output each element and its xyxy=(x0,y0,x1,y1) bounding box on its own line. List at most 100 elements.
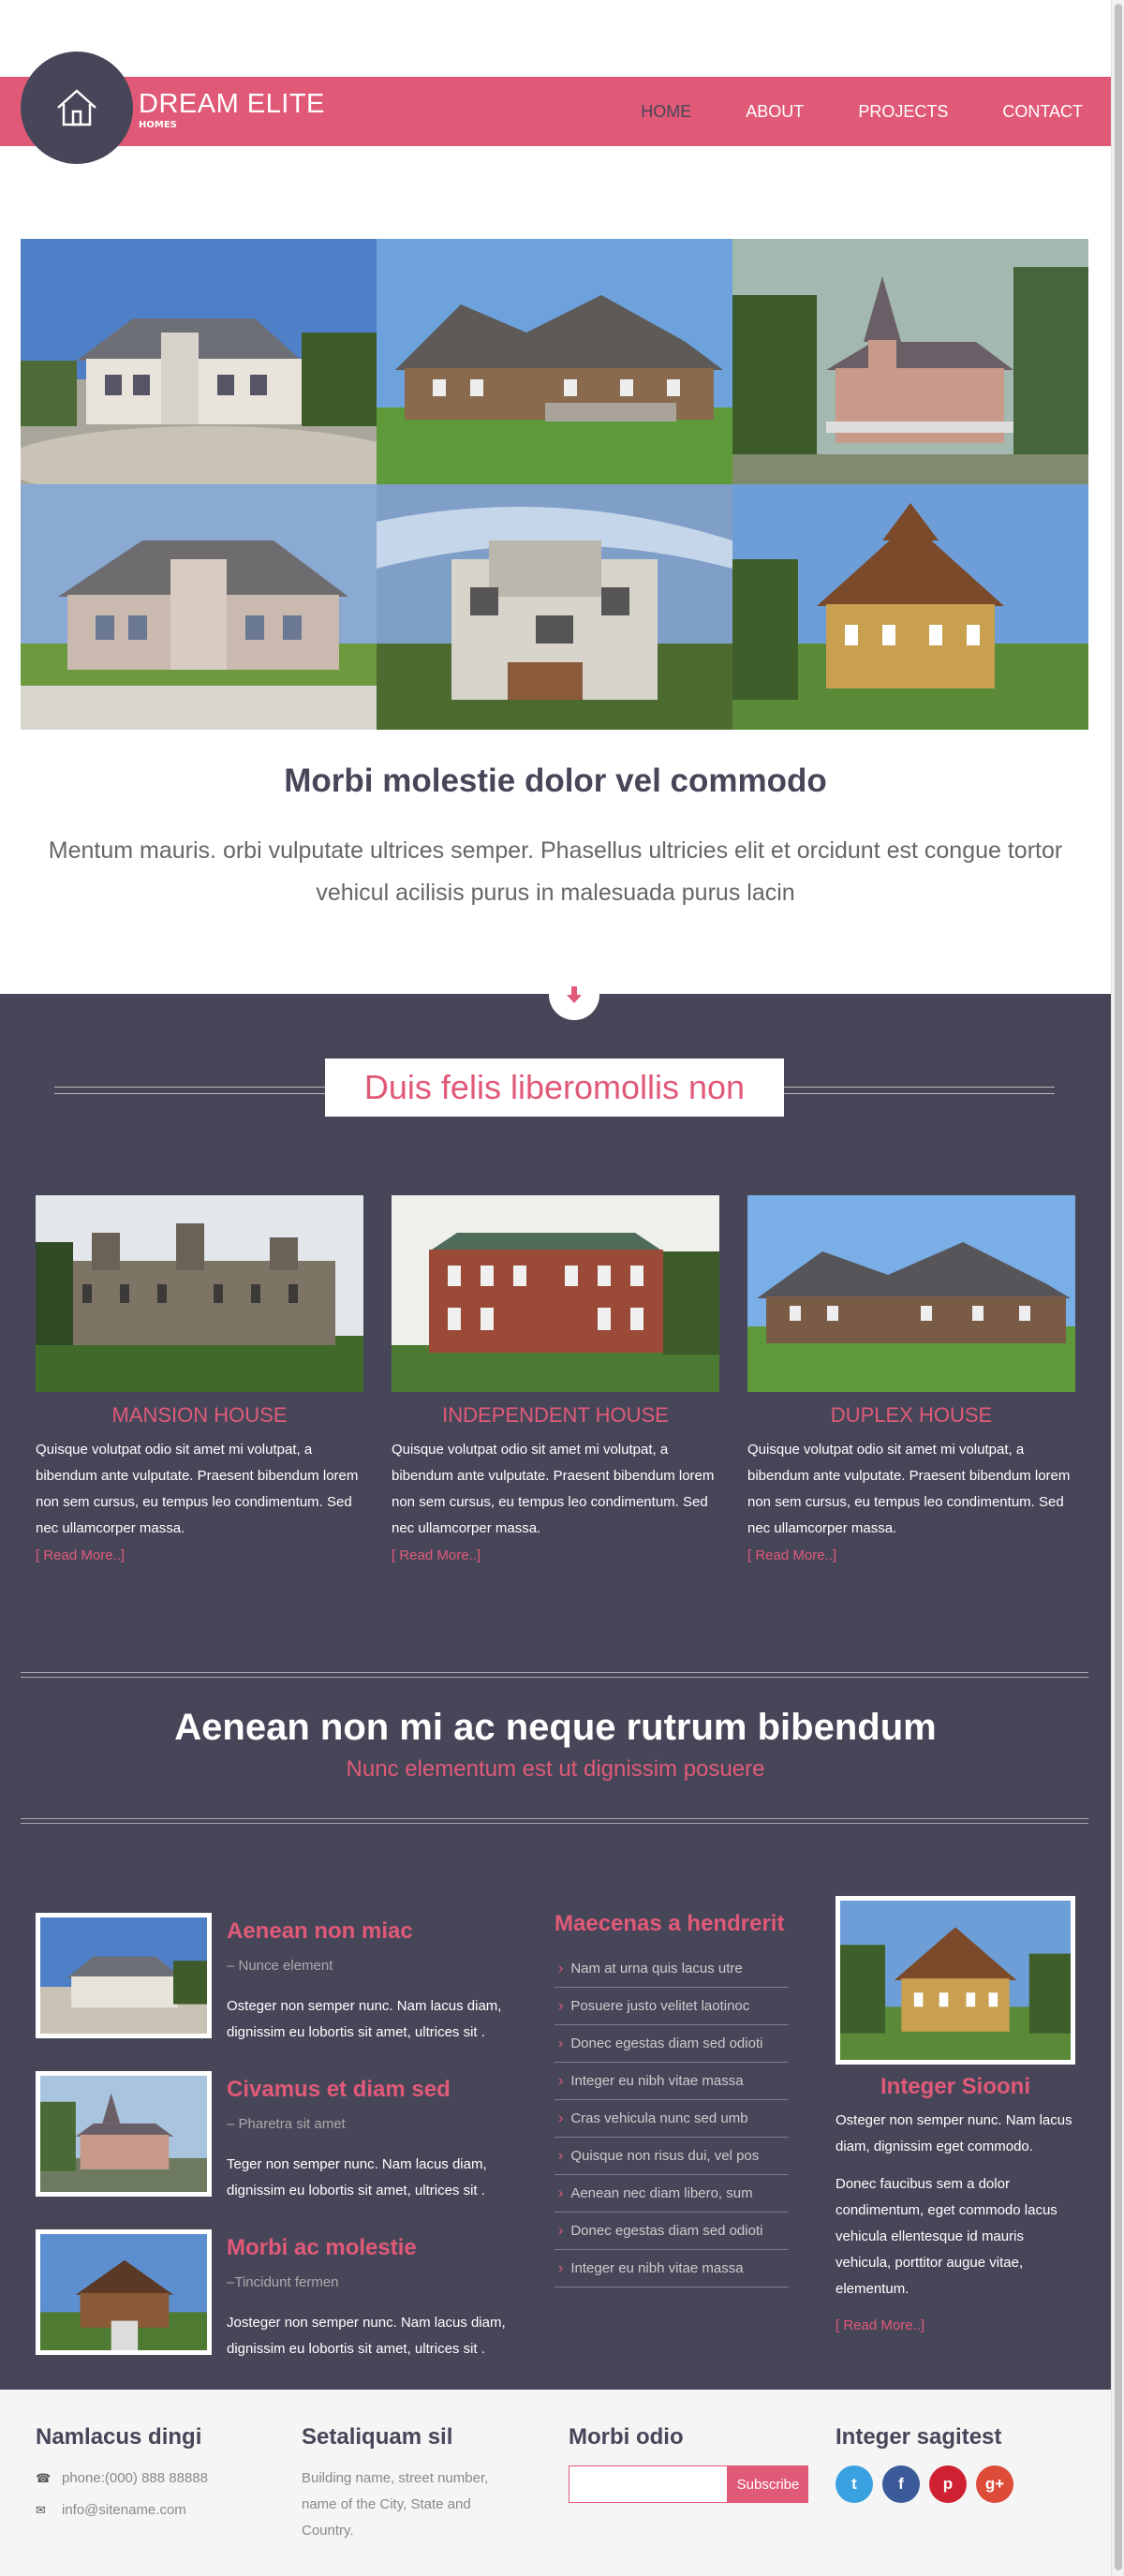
post-thumbnail[interactable] xyxy=(36,1913,212,2038)
facebook-icon[interactable]: f xyxy=(882,2465,920,2503)
card-image[interactable] xyxy=(36,1195,363,1392)
post-item: Aenean non miac – Nunce element Osteger … xyxy=(36,1913,541,2044)
nav-contact[interactable]: CONTACT xyxy=(1002,102,1083,122)
footer-heading: Morbi odio xyxy=(569,2424,684,2450)
page: DREAM ELITE HOMES HOME ABOUT PROJECTS CO… xyxy=(0,0,1111,2576)
card-title[interactable]: MANSION HOUSE xyxy=(36,1403,363,1428)
envelope-icon: ✉ xyxy=(36,2503,46,2517)
contact-email[interactable]: ✉ info@sitename.com xyxy=(36,2497,208,2524)
post-item: Morbi ac molestie –Tincidunt fermen Jost… xyxy=(36,2229,541,2361)
footer-contact: Namlacus dingi ☎ phone:(000) 888 88888 ✉ i… xyxy=(36,2424,208,2524)
nav-about[interactable]: ABOUT xyxy=(746,102,804,122)
list-item[interactable]: › Aenean nec diam libero, sum xyxy=(555,2175,789,2213)
chevron-right-icon: › xyxy=(558,2260,564,2276)
footer-heading: Namlacus dingi xyxy=(36,2424,202,2450)
footer-address: Setaliquam sil Building name, street num… xyxy=(302,2424,526,2544)
property-card: INDEPENDENT HOUSE Quisque volutpat odio … xyxy=(392,1195,719,1563)
email-field[interactable] xyxy=(569,2465,728,2503)
post-subtitle: – Nunce element xyxy=(227,1958,333,1974)
chevron-right-icon: › xyxy=(558,2110,564,2126)
address-text: Building name, street number, name of th… xyxy=(302,2470,489,2539)
list-item[interactable]: › Donec egestas diam sed odioti xyxy=(555,2025,789,2063)
link-list-title: Maecenas a hendrerit xyxy=(555,1911,785,1936)
arrow-down-icon xyxy=(567,986,582,1003)
scrollbar[interactable] xyxy=(1111,0,1124,2576)
post-title[interactable]: Morbi ac molestie xyxy=(227,2235,417,2261)
list-item[interactable]: › Integer eu nibh vitae massa xyxy=(555,2063,789,2100)
gallery-image[interactable] xyxy=(21,239,377,484)
feature-title[interactable]: Integer Siooni xyxy=(836,2074,1075,2100)
scrollbar-thumb[interactable] xyxy=(1115,4,1122,2570)
chevron-right-icon: › xyxy=(558,1961,564,1976)
list-item[interactable]: › Nam at urna quis lacus utre xyxy=(555,1950,789,1988)
read-more-link[interactable]: [ Read More..] xyxy=(747,1547,1075,1563)
card-title[interactable]: DUPLEX HOUSE xyxy=(747,1403,1075,1428)
footer-newsletter: Morbi odio Subscribe xyxy=(569,2424,808,2503)
read-more-link[interactable]: [ Read More..] xyxy=(36,1547,363,1563)
feature-image[interactable] xyxy=(836,1896,1075,2065)
list-item[interactable]: › Posuere justo velitet laotinoc xyxy=(555,1988,789,2025)
scroll-down-button[interactable] xyxy=(549,970,599,1020)
google-plus-icon[interactable]: g+ xyxy=(976,2465,1013,2503)
banner-title: Aenean non mi ac neque rutrum bibendum xyxy=(174,1707,937,1748)
banner-subtitle: Nunc elementum est ut dignissim posuere xyxy=(346,1756,765,1782)
chevron-right-icon: › xyxy=(558,2036,564,2051)
section-heading: Duis felis liberomollis non xyxy=(325,1059,784,1117)
logo[interactable] xyxy=(21,52,133,164)
post-title[interactable]: Aenean non miac xyxy=(227,1918,413,1945)
social-links: t f p g+ xyxy=(836,2465,1023,2503)
post-thumbnail[interactable] xyxy=(36,2229,212,2355)
main-nav: HOME ABOUT PROJECTS CONTACT xyxy=(586,77,1083,146)
phone-icon: ☎ xyxy=(36,2471,52,2485)
house-gallery xyxy=(21,239,1088,730)
subscribe-form: Subscribe xyxy=(569,2465,808,2503)
card-text: Quisque volutpat odio sit amet mi volutp… xyxy=(747,1442,1071,1536)
nav-home[interactable]: HOME xyxy=(641,102,691,122)
brand-title: DREAM ELITE xyxy=(139,89,325,119)
post-subtitle: – Pharetra sit amet xyxy=(227,2116,346,2132)
post-text: Josteger non semper nunc. Nam lacus diam… xyxy=(227,2315,506,2357)
list-item[interactable]: › Cras vehicula nunc sed umb xyxy=(555,2100,789,2138)
feature-box: Integer Siooni Osteger non semper nunc. … xyxy=(836,1896,1075,2333)
post-text: Osteger non semper nunc. Nam lacus diam,… xyxy=(227,1998,502,2040)
intro-text: Mentum mauris. orbi vulputate ultrices s… xyxy=(48,837,1063,906)
section-heading-text: Duis felis liberomollis non xyxy=(363,1068,746,1106)
list-item[interactable]: › Quisque non risus dui, vel pos xyxy=(555,2138,789,2175)
pinterest-icon[interactable]: p xyxy=(929,2465,967,2503)
gallery-image[interactable] xyxy=(21,484,377,730)
card-image[interactable] xyxy=(392,1195,719,1392)
footer-heading: Integer sagitest xyxy=(836,2424,1002,2450)
divider xyxy=(21,1672,1088,1678)
twitter-icon[interactable]: t xyxy=(836,2465,873,2503)
chevron-right-icon: › xyxy=(558,2223,564,2239)
home-icon xyxy=(57,89,96,126)
gallery-image[interactable] xyxy=(377,484,732,730)
gallery-image[interactable] xyxy=(377,239,732,484)
nav-projects[interactable]: PROJECTS xyxy=(858,102,948,122)
footer-social: Integer sagitest t f p g+ xyxy=(836,2424,1023,2503)
feature-text: Donec faucibus sem a dolor condimentum, … xyxy=(836,2176,1057,2297)
divider xyxy=(21,1818,1088,1824)
chevron-right-icon: › xyxy=(558,2185,564,2201)
post-title[interactable]: Civamus et diam sed xyxy=(227,2077,451,2103)
link-items: › Nam at urna quis lacus utre › Posuere ju… xyxy=(555,1950,789,2287)
chevron-right-icon: › xyxy=(558,2148,564,2164)
link-list: Maecenas a hendrerit › Nam at urna quis l… xyxy=(555,1911,789,2287)
brand-subtitle: HOMES xyxy=(139,120,177,130)
read-more-link[interactable]: [ Read More..] xyxy=(836,2317,1075,2333)
gallery-image[interactable] xyxy=(732,239,1088,484)
list-item[interactable]: › Integer eu nibh vitae massa xyxy=(555,2250,789,2287)
gallery-image[interactable] xyxy=(732,484,1088,730)
read-more-link[interactable]: [ Read More..] xyxy=(392,1547,719,1563)
card-title[interactable]: INDEPENDENT HOUSE xyxy=(392,1403,719,1428)
brand[interactable]: DREAM ELITE HOMES xyxy=(139,90,325,130)
subscribe-button[interactable]: Subscribe xyxy=(728,2465,808,2503)
property-card: MANSION HOUSE Quisque volutpat odio sit … xyxy=(36,1195,363,1563)
post-thumbnail[interactable] xyxy=(36,2071,212,2197)
list-item[interactable]: › Donec egestas diam sed odioti xyxy=(555,2213,789,2250)
post-item: Civamus et diam sed – Pharetra sit amet … xyxy=(36,2071,541,2202)
post-subtitle: –Tincidunt fermen xyxy=(227,2274,339,2290)
card-image[interactable] xyxy=(747,1195,1075,1392)
property-card: DUPLEX HOUSE Quisque volutpat odio sit a… xyxy=(747,1195,1075,1563)
feature-text: Osteger non semper nunc. Nam lacus diam,… xyxy=(836,2112,1072,2154)
